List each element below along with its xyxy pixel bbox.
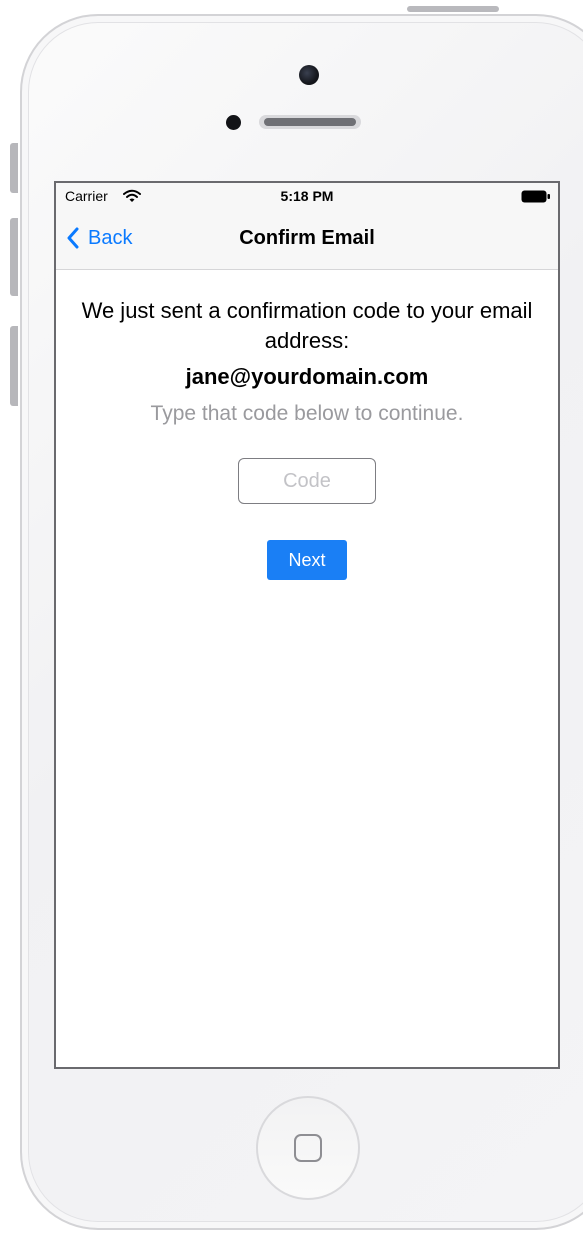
home-button[interactable] bbox=[256, 1096, 360, 1200]
power-button bbox=[407, 6, 499, 12]
front-camera-icon bbox=[299, 65, 319, 85]
next-button[interactable]: Next bbox=[267, 540, 347, 580]
app-screen: Carrier 5:18 PM Back Confirm Email We ju… bbox=[54, 181, 560, 1069]
mute-switch bbox=[10, 143, 18, 193]
volume-up-button bbox=[10, 218, 18, 296]
page-title: Confirm Email bbox=[239, 227, 375, 249]
battery-icon bbox=[521, 190, 550, 203]
earpiece-speaker-icon bbox=[259, 115, 361, 129]
proximity-sensor-icon bbox=[226, 115, 241, 130]
email-address: jane@yourdomain.com bbox=[185, 364, 429, 389]
status-time: 5:18 PM bbox=[280, 188, 334, 204]
device-stage: Carrier 5:18 PM Back Confirm Email We ju… bbox=[0, 0, 583, 1235]
code-input[interactable] bbox=[238, 458, 376, 504]
status-bar: Carrier 5:18 PM bbox=[56, 183, 558, 211]
volume-down-button bbox=[10, 326, 18, 406]
confirmation-message: We just sent a confirmation code to your… bbox=[81, 298, 533, 353]
confirm-email-content: We just sent a confirmation code to your… bbox=[56, 270, 558, 580]
navigation-bar: Back Confirm Email bbox=[56, 211, 558, 270]
instruction-text: Type that code below to continue. bbox=[150, 402, 464, 425]
home-square-icon bbox=[294, 1134, 322, 1162]
